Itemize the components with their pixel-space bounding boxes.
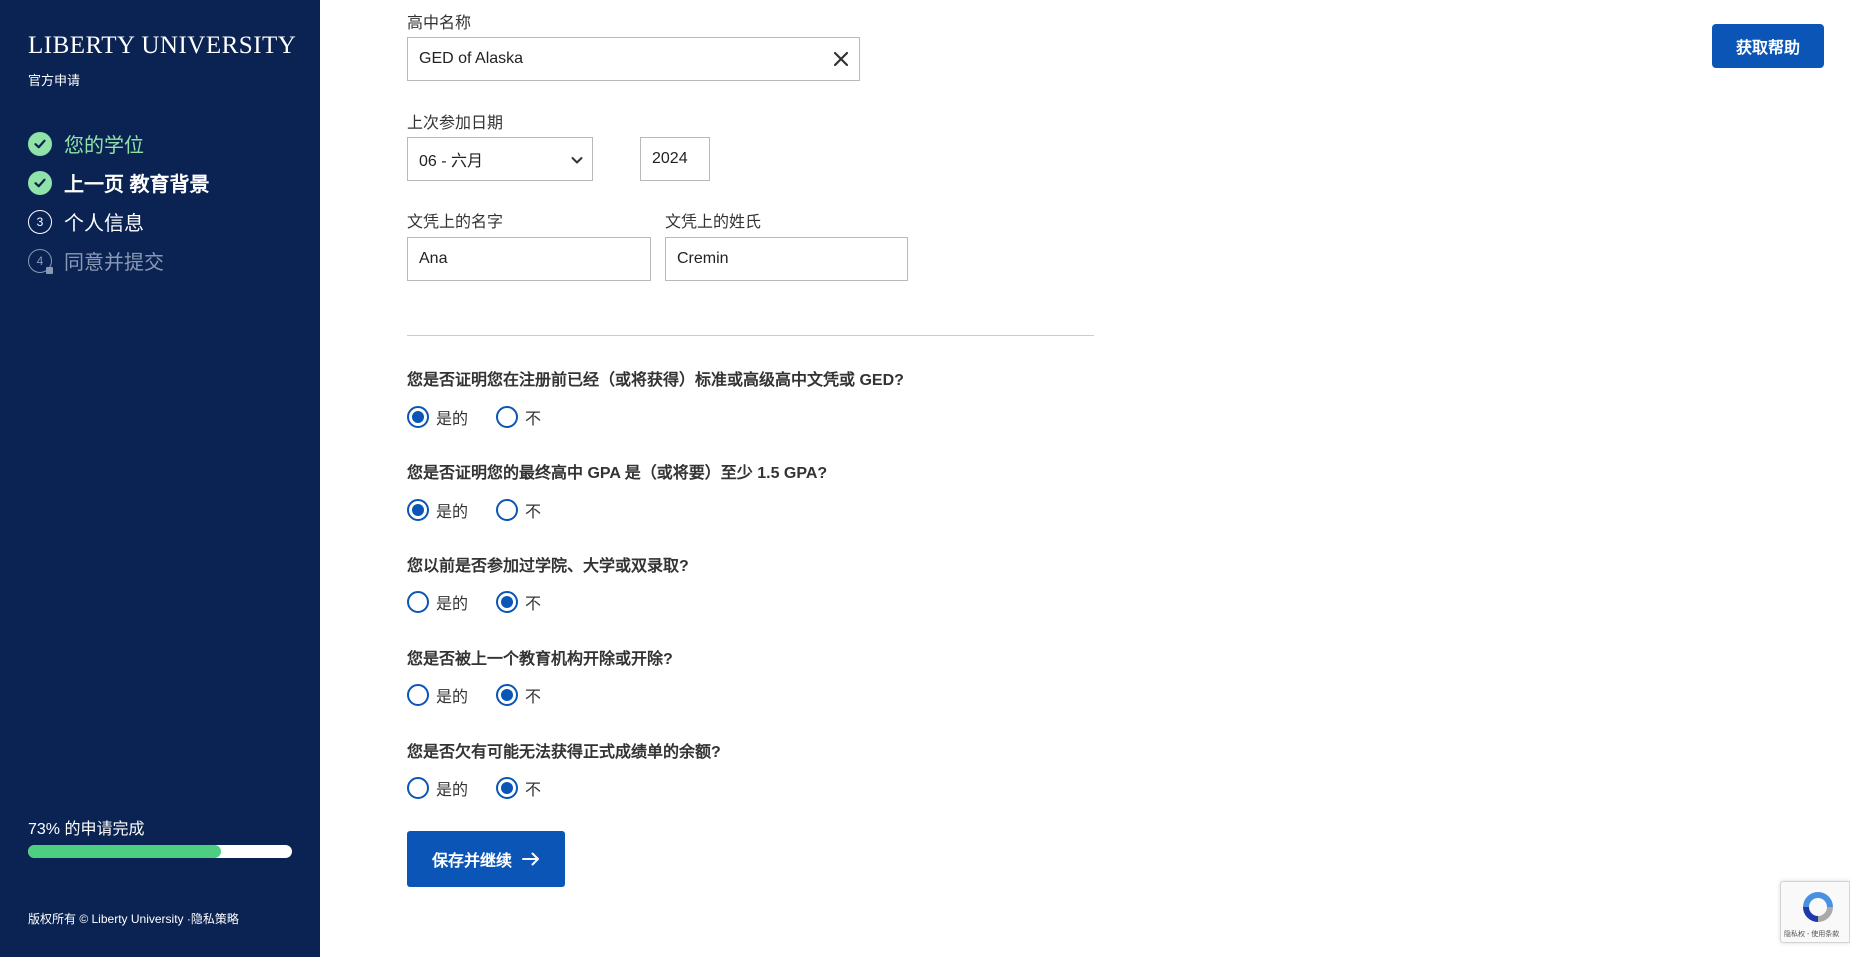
- radio-button[interactable]: [407, 406, 429, 428]
- radio-yes[interactable]: 是的: [407, 683, 468, 707]
- radio-button[interactable]: [407, 684, 429, 706]
- radio-yes[interactable]: 是的: [407, 498, 468, 522]
- radio-yes[interactable]: 是的: [407, 590, 468, 614]
- step-label: 同意并提交: [64, 252, 164, 274]
- last-name-input[interactable]: Cremin: [665, 237, 908, 281]
- year-input[interactable]: 2024: [640, 137, 710, 181]
- brand-subtitle: 官方申请: [28, 73, 81, 88]
- check-icon: [28, 131, 52, 156]
- radio-label: 是的: [436, 596, 469, 613]
- year-value: 2024: [652, 150, 688, 167]
- question-gpa: 您是否证明您的最终高中 GPA 是（或将要）至少 1.5 GPA?: [407, 465, 828, 482]
- radio-button[interactable]: [496, 406, 518, 428]
- step-number: 3: [28, 209, 52, 234]
- radio-no[interactable]: 不: [496, 683, 557, 707]
- school-name-input[interactable]: GED of Alaska: [407, 37, 860, 81]
- radio-button[interactable]: [407, 591, 429, 613]
- radio-button[interactable]: [496, 684, 518, 706]
- progress-fill: [28, 845, 221, 858]
- school-name-value: GED of Alaska: [419, 50, 524, 67]
- radio-no[interactable]: 不: [496, 776, 557, 800]
- school-name-label: 高中名称: [407, 15, 472, 32]
- radio-button[interactable]: [496, 499, 518, 521]
- arrow-right-icon: [522, 852, 539, 866]
- check-icon: [28, 170, 52, 195]
- footer-copyright[interactable]: 版权所有 © Liberty University ·隐私策略: [28, 910, 239, 927]
- recaptcha-icon: [1803, 892, 1833, 922]
- radio-no[interactable]: 不: [496, 498, 557, 522]
- step-personal-info[interactable]: 3 个人信息: [28, 202, 210, 241]
- question-prior-college: 您以前是否参加过学院、大学或双录取?: [407, 558, 689, 575]
- close-icon[interactable]: [831, 49, 851, 69]
- question-balance: 您是否欠有可能无法获得正式成绩单的余额?: [407, 744, 721, 761]
- radio-group-expelled: 是的 不: [407, 683, 585, 707]
- step-number-locked: 4: [28, 248, 53, 274]
- get-help-button[interactable]: 获取帮助: [1712, 24, 1824, 68]
- radio-label: 是的: [436, 411, 469, 428]
- step-agree-submit: 4 同意并提交: [28, 241, 210, 280]
- radio-button[interactable]: [496, 777, 518, 799]
- sidebar: LIBERTY UNIVERSITY 官方申请 您的学位 上一页 教育背景 3 …: [0, 0, 320, 957]
- step-label: 上一页 教育背景: [64, 174, 210, 196]
- first-name-label: 文凭上的名字: [407, 214, 504, 231]
- section-divider: [407, 335, 1094, 336]
- question-diploma: 您是否证明您在注册前已经（或将获得）标准或高级高中文凭或 GED?: [407, 372, 904, 389]
- last-name-value: Cremin: [677, 250, 729, 267]
- first-name-input[interactable]: Ana: [407, 237, 651, 281]
- last-attended-label: 上次参加日期: [407, 115, 504, 132]
- radio-yes[interactable]: 是的: [407, 776, 468, 800]
- radio-no[interactable]: 不: [496, 405, 557, 429]
- progress-bar: [28, 845, 292, 858]
- recaptcha-badge[interactable]: 隐私权 - 使用条款: [1780, 881, 1850, 943]
- radio-group-prior-college: 是的 不: [407, 590, 585, 614]
- save-continue-label: 保存并继续: [431, 853, 512, 870]
- main-content: 获取帮助 高中名称 GED of Alaska 上次参加日期 06 - 六月 2…: [320, 0, 1850, 957]
- step-label: 您的学位: [64, 135, 144, 157]
- radio-button[interactable]: [407, 499, 429, 521]
- save-continue-button[interactable]: 保存并继续: [407, 831, 565, 887]
- step-your-degree[interactable]: 您的学位: [28, 124, 210, 163]
- radio-label: 是的: [436, 782, 469, 799]
- step-label: 个人信息: [64, 213, 144, 235]
- radio-button[interactable]: [407, 777, 429, 799]
- radio-label: 不: [525, 411, 542, 428]
- last-name-label: 文凭上的姓氏: [665, 214, 762, 231]
- step-list: 您的学位 上一页 教育背景 3 个人信息 4 同意并提交: [28, 124, 210, 280]
- step-number: 4: [36, 253, 44, 268]
- radio-yes[interactable]: 是的: [407, 405, 468, 429]
- radio-group-balance: 是的 不: [407, 776, 585, 800]
- radio-label: 不: [525, 782, 542, 799]
- brand-logo[interactable]: LIBERTY UNIVERSITY: [28, 32, 296, 60]
- lock-icon: [46, 266, 53, 274]
- radio-label: 是的: [436, 689, 469, 706]
- radio-button[interactable]: [496, 591, 518, 613]
- month-select[interactable]: 06 - 六月: [407, 137, 593, 181]
- radio-group-diploma: 是的 不: [407, 405, 585, 429]
- chevron-down-icon: [570, 153, 584, 167]
- radio-no[interactable]: 不: [496, 590, 557, 614]
- radio-label: 不: [525, 689, 542, 706]
- radio-label: 不: [525, 504, 542, 521]
- radio-label: 不: [525, 596, 542, 613]
- radio-label: 是的: [436, 504, 469, 521]
- recaptcha-terms[interactable]: 隐私权 - 使用条款: [1784, 929, 1839, 939]
- question-expelled: 您是否被上一个教育机构开除或开除?: [407, 651, 673, 668]
- first-name-value: Ana: [419, 250, 448, 267]
- step-education[interactable]: 上一页 教育背景: [28, 163, 210, 202]
- month-value: 06 - 六月: [419, 153, 484, 170]
- radio-group-gpa: 是的 不: [407, 498, 585, 522]
- progress-text: 73% 的申请完成: [28, 821, 145, 838]
